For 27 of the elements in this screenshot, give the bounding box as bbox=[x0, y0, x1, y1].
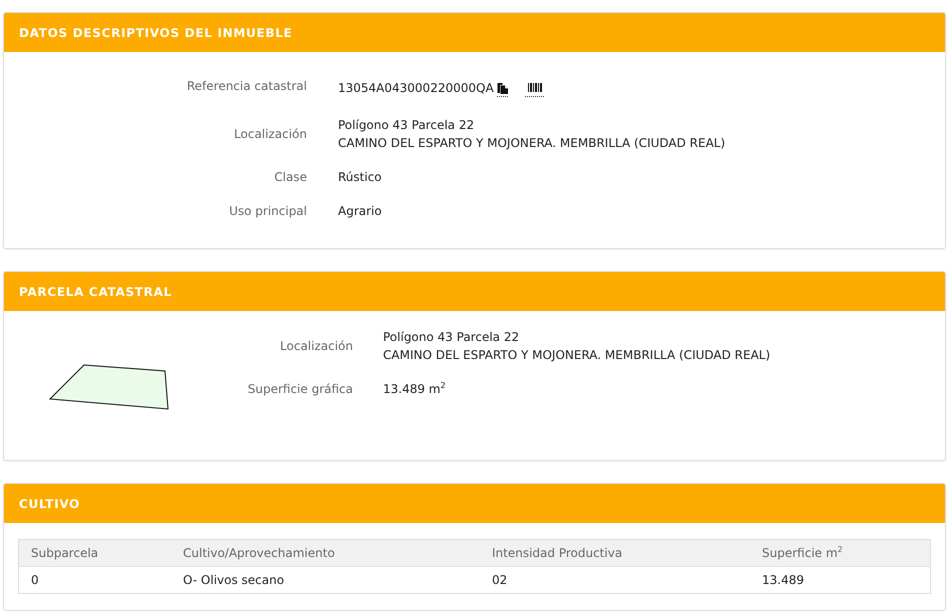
table-cell-text: O- Olivos secano bbox=[182, 573, 286, 587]
field-value: 13.489 m$^{2}$ bbox=[383, 380, 447, 398]
barcode-icon[interactable] bbox=[524, 82, 545, 97]
column-header: Intensidad Productiva bbox=[491, 546, 624, 560]
section-title: PARCELA CATASTRAL bbox=[19, 284, 172, 298]
column-header: Superficie m$^{2}$ bbox=[761, 546, 844, 560]
column-header: Cultivo/Aprovechamiento bbox=[182, 546, 336, 560]
cadastral-reference: 13054A043000220000QA bbox=[338, 80, 494, 97]
field-label: Localización bbox=[279, 338, 353, 355]
table-cell-text: 02 bbox=[491, 573, 508, 587]
section-title: CULTIVO bbox=[19, 496, 80, 510]
field-label: Referencia catastral bbox=[186, 78, 307, 94]
copy-icon[interactable] bbox=[496, 82, 509, 97]
section-title: DATOS DESCRIPTIVOS DEL INMUEBLE bbox=[19, 26, 292, 40]
field-value: Agrario bbox=[338, 203, 383, 220]
field-value: CAMINO DEL ESPARTO Y MOJONERA. MEMBRILLA (CIUDAD REAL) bbox=[338, 135, 726, 152]
field-label: Clase bbox=[273, 169, 307, 186]
field-value: CAMINO DEL ESPARTO Y MOJONERA. MEMBRILLA (CIUDAD REAL) bbox=[383, 347, 770, 364]
table-cell-text: 0 bbox=[30, 573, 40, 587]
field-label: Uso principal bbox=[228, 203, 307, 220]
field-value: Rústico bbox=[338, 169, 383, 186]
table-cell-text: 13.489 bbox=[761, 573, 805, 587]
field-value: Polígono 43 Parcela 22 bbox=[383, 329, 520, 346]
field-label: Localización bbox=[233, 126, 307, 143]
field-value: Polígono 43 Parcela 22 bbox=[338, 117, 476, 134]
column-header: Subparcela bbox=[30, 546, 100, 560]
field-label: Superficie gráfica bbox=[246, 381, 353, 398]
